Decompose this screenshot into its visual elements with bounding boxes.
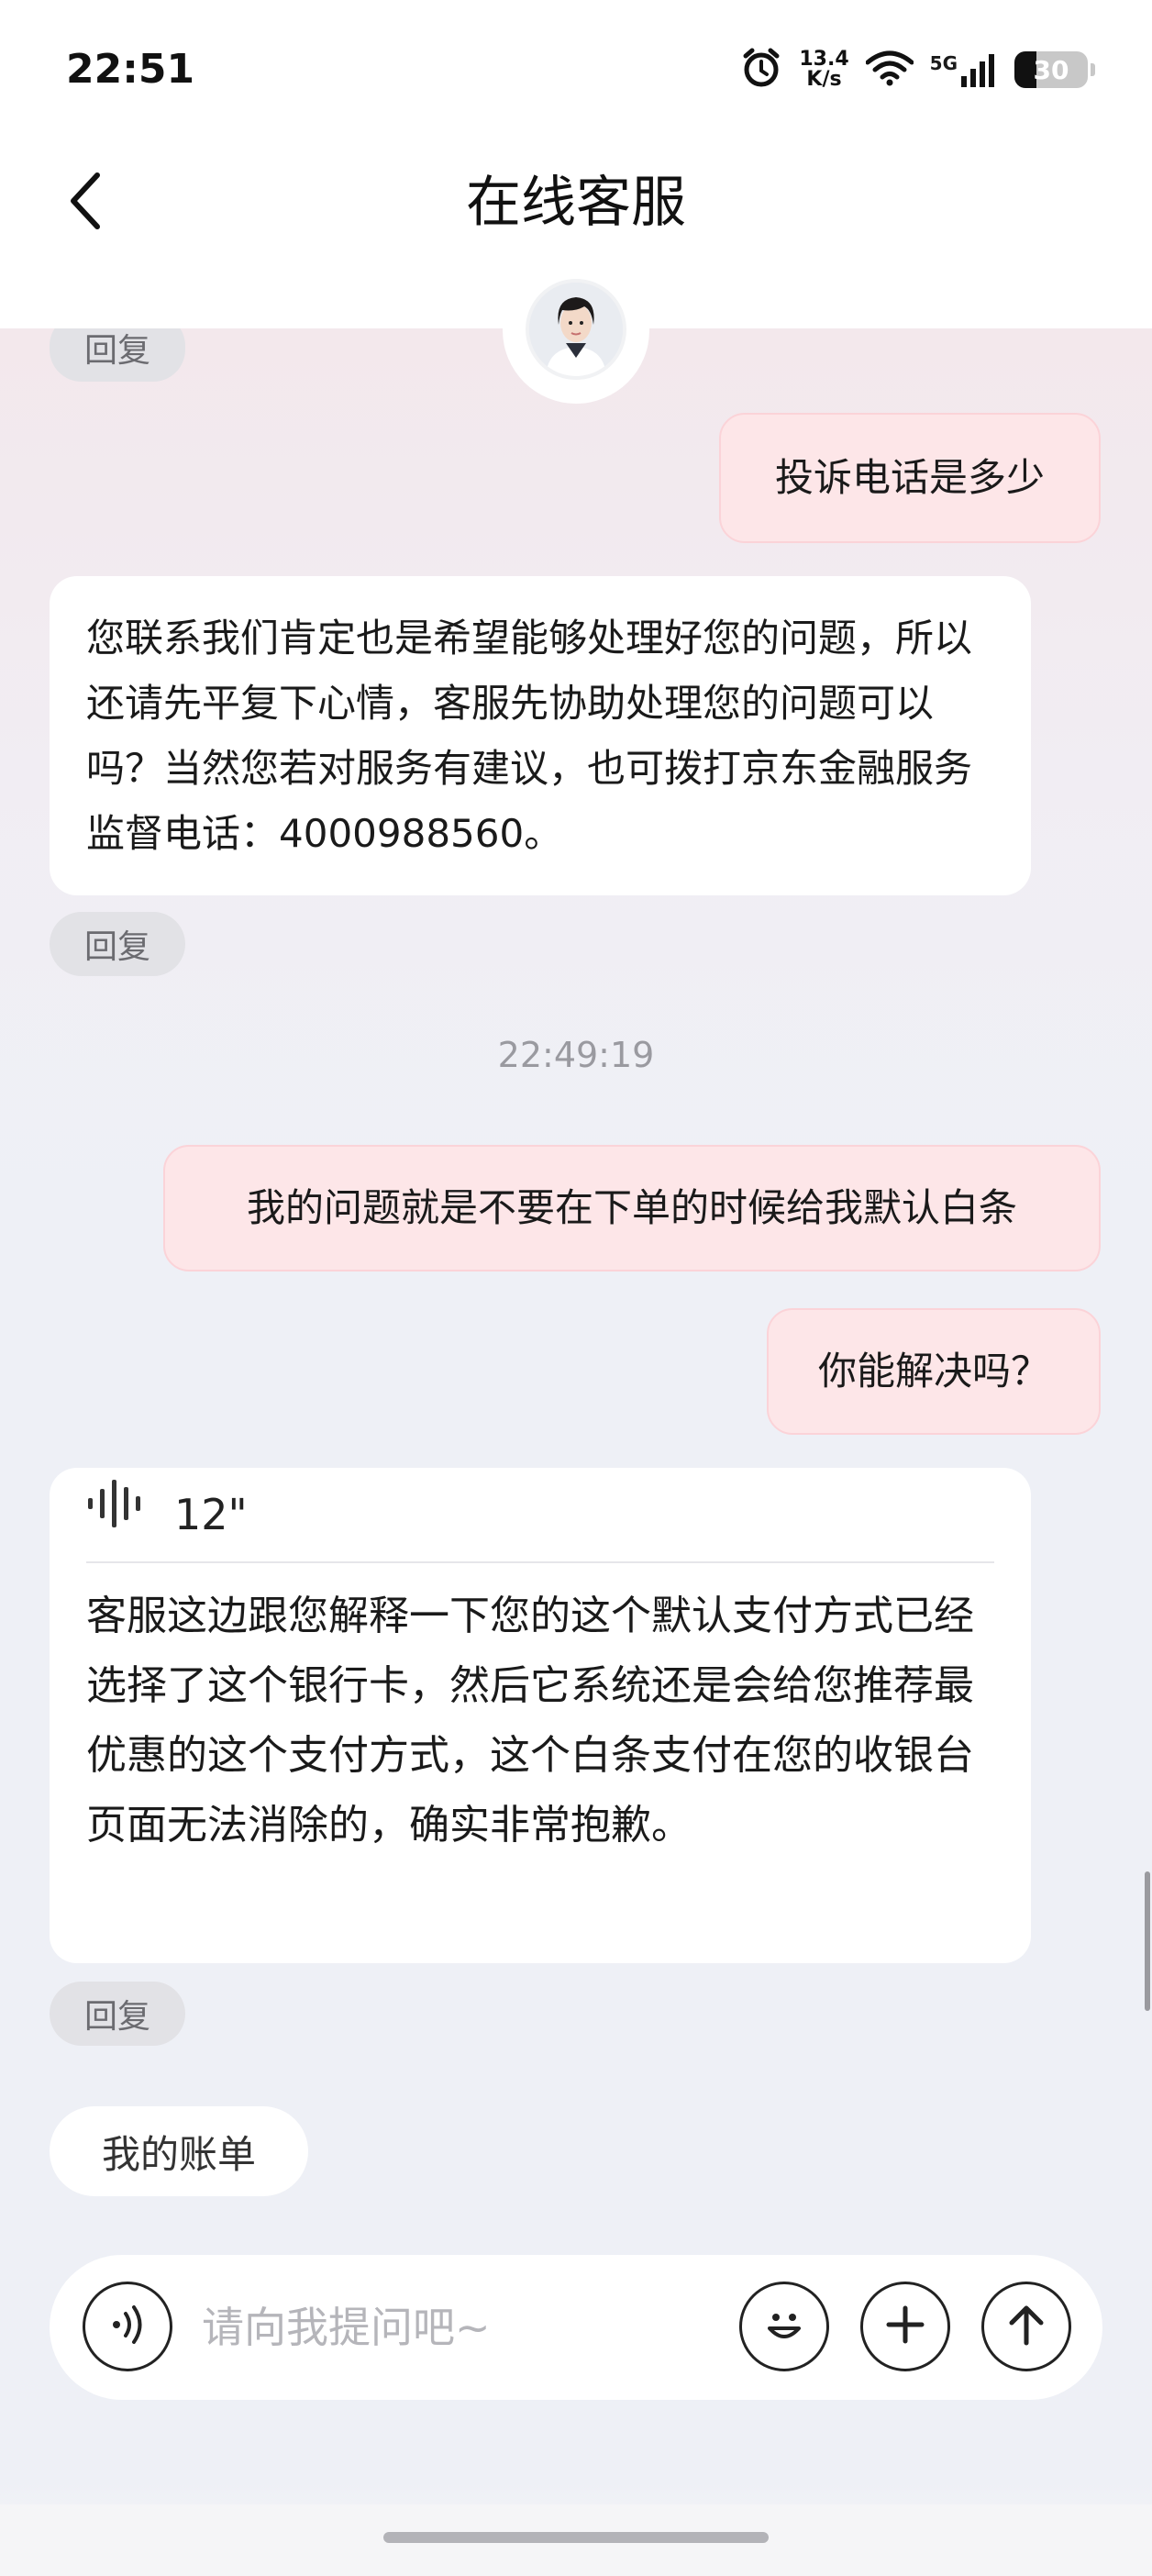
add-button[interactable]	[860, 2282, 950, 2371]
battery-icon: 30	[1014, 51, 1095, 88]
plus-icon	[883, 2303, 927, 2350]
network-speed-unit: K/s	[806, 68, 842, 91]
my-bill-chip[interactable]: 我的账单	[50, 2106, 308, 2196]
agent-message-text: 您联系我们肯定也是希望能够处理好您的问题，所以还请先平复下心情，客服先协助处理您…	[86, 616, 973, 856]
agent-avatar	[529, 283, 623, 376]
user-message-bubble[interactable]: 我的问题就是不要在下单的时候给我默认白条	[163, 1145, 1101, 1271]
voice-icon	[102, 2299, 153, 2354]
user-message-text: 我的问题就是不要在下单的时候给我默认白条	[246, 1184, 1017, 1230]
network-speed: 13.4 K/s	[799, 50, 848, 90]
network-type: 5G	[929, 52, 958, 74]
page-title: 在线客服	[466, 171, 686, 235]
wifi-icon	[865, 50, 914, 90]
cellular-signal-icon: 5G	[930, 52, 998, 87]
message-timestamp: 22:49:19	[497, 1035, 655, 1075]
emoji-icon	[757, 2297, 812, 2356]
voice-message-row[interactable]: 12"	[86, 1468, 994, 1563]
voice-input-button[interactable]	[83, 2282, 172, 2371]
network-speed-value: 13.4	[799, 48, 849, 71]
agent-message-text: 客服这边跟您解释一下您的这个默认支付方式已经选择了这个银行卡，然后它系统还是会给…	[86, 1593, 974, 1849]
user-message-bubble[interactable]: 投诉电话是多少	[719, 413, 1101, 543]
alarm-icon	[740, 47, 782, 93]
chat-input[interactable]	[202, 2282, 761, 2372]
send-button[interactable]	[981, 2282, 1071, 2371]
home-indicator[interactable]	[383, 2532, 769, 2543]
voice-waveform-icon	[86, 1476, 150, 1553]
user-message-bubble[interactable]: 你能解决吗？	[767, 1308, 1101, 1435]
scrollbar[interactable]	[1145, 1871, 1150, 2011]
status-icons: 13.4 K/s 5G 30	[740, 44, 1095, 95]
emoji-button[interactable]	[739, 2282, 829, 2371]
user-message-text: 你能解决吗？	[817, 1348, 1049, 1393]
status-time: 22:51	[66, 46, 195, 93]
reply-button[interactable]: 回复	[50, 1982, 185, 2046]
arrow-up-icon	[1004, 2301, 1048, 2352]
battery-level: 30	[1033, 54, 1069, 85]
user-message-text: 投诉电话是多少	[774, 454, 1045, 500]
chat-input-bar	[50, 2255, 1102, 2400]
agent-message-bubble[interactable]: 您联系我们肯定也是希望能够处理好您的问题，所以还请先平复下心情，客服先协助处理您…	[50, 576, 1031, 895]
reply-button[interactable]: 回复	[50, 912, 185, 976]
agent-voice-message-bubble[interactable]: 12" 客服这边跟您解释一下您的这个默认支付方式已经选择了这个银行卡，然后它系统…	[50, 1468, 1031, 1963]
voice-duration: 12"	[174, 1490, 248, 1539]
